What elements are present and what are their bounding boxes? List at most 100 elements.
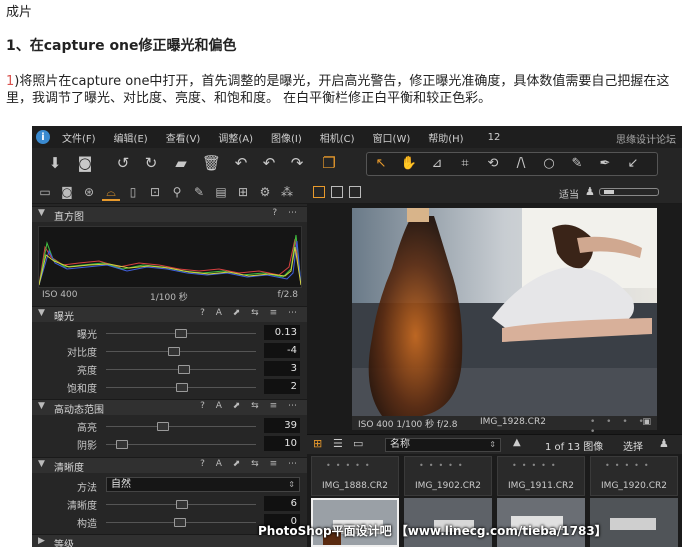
trash-icon[interactable]: 🗑 bbox=[202, 154, 221, 172]
contrast-value[interactable]: -4 bbox=[264, 343, 300, 358]
brightness-slider[interactable] bbox=[106, 365, 256, 374]
annotate-icon[interactable]: ↙ bbox=[623, 155, 643, 173]
tab-metadata-icon[interactable]: ▤ bbox=[212, 183, 230, 201]
menu-adjust[interactable]: 调整(A) bbox=[218, 130, 253, 145]
slider-thumb[interactable] bbox=[177, 365, 190, 374]
brush-icon[interactable]: ✎ bbox=[567, 155, 587, 173]
hdr-header[interactable]: ▼ 高动态范围 ? A ⬈ ⇆ ≡ ⋯ bbox=[32, 399, 307, 416]
brightness-value[interactable]: 3 bbox=[264, 361, 300, 376]
grid-view-icon[interactable] bbox=[313, 186, 325, 198]
highlight-row: 高亮 39 bbox=[32, 417, 307, 435]
saturation-slider[interactable] bbox=[106, 383, 256, 392]
undo-all-icon[interactable]: ↶ bbox=[232, 154, 250, 172]
crop-icon[interactable]: ⌗ bbox=[455, 155, 475, 173]
tab-library-icon[interactable]: ▭ bbox=[36, 183, 54, 201]
rotate-left-icon[interactable]: ↺ bbox=[114, 154, 132, 172]
browser-grid-icon[interactable]: ⊞ bbox=[313, 437, 322, 450]
redo-icon[interactable]: ↷ bbox=[288, 154, 306, 172]
section-tool-icons[interactable]: ? A ⬈ ⇆ ≡ ⋯ bbox=[200, 459, 301, 469]
viewer-area: 适当 ♟ ISO 400 1/100 秒 f/2.8 IMG_1928.CR2 … bbox=[307, 180, 682, 547]
tab-lens-icon[interactable]: ▯ bbox=[124, 183, 142, 201]
zoom-fit-label[interactable]: 适当 bbox=[559, 186, 579, 201]
zoom-slider[interactable] bbox=[599, 188, 659, 196]
main-photo[interactable] bbox=[352, 208, 657, 416]
menu-window[interactable]: 窗口(W) bbox=[373, 130, 411, 145]
browser-list-icon[interactable]: ☰ bbox=[333, 437, 343, 450]
menu-file[interactable]: 文件(F) bbox=[62, 130, 96, 145]
menu-view[interactable]: 查看(V) bbox=[166, 130, 201, 145]
contrast-slider[interactable] bbox=[106, 347, 256, 356]
thumbnail-card[interactable]: ••••• IMG_1888.CR2 bbox=[311, 456, 399, 496]
saturation-value[interactable]: 2 bbox=[264, 379, 300, 394]
spot-removal-icon[interactable]: ○ bbox=[539, 155, 559, 173]
zoom-icon[interactable]: ⊿ bbox=[427, 155, 447, 173]
tab-details-icon[interactable]: ⚲ bbox=[168, 183, 186, 201]
exposure-value[interactable]: 0.13 bbox=[264, 325, 300, 340]
highlight-slider[interactable] bbox=[106, 422, 256, 431]
single-view-icon[interactable] bbox=[331, 186, 343, 198]
select-cursor-icon[interactable]: ↖ bbox=[371, 155, 391, 173]
tab-composition-icon[interactable]: ⊡ bbox=[146, 183, 164, 201]
menu-help[interactable]: 帮助(H) bbox=[428, 130, 463, 145]
select-button[interactable]: 选择 bbox=[623, 438, 643, 453]
slider-thumb[interactable] bbox=[115, 440, 128, 449]
menu-image[interactable]: 图像(I) bbox=[271, 130, 302, 145]
structure-slider[interactable] bbox=[106, 518, 256, 527]
sort-select[interactable]: 名称 ⇕ bbox=[385, 438, 501, 452]
tab-batch-icon[interactable]: ⁂ bbox=[278, 183, 296, 201]
slider-thumb[interactable] bbox=[176, 500, 189, 509]
thumbnail-card[interactable]: ••••• IMG_1920.CR2 bbox=[590, 456, 678, 496]
highlight-value[interactable]: 39 bbox=[264, 418, 300, 433]
move-folder-icon[interactable]: ▰ bbox=[172, 154, 190, 172]
slider-thumb[interactable] bbox=[175, 329, 187, 338]
rotate-right-icon[interactable]: ↻ bbox=[142, 154, 160, 172]
menu-edit[interactable]: 编辑(E) bbox=[114, 130, 148, 145]
tab-exposure-icon[interactable]: ⌓ bbox=[102, 183, 120, 201]
keystone-icon[interactable]: /\ bbox=[511, 155, 531, 173]
user-icon[interactable]: ♟ bbox=[585, 185, 595, 198]
section-tool-icons[interactable]: ? A ⬈ ⇆ ≡ ⋯ bbox=[200, 308, 301, 318]
adj-label: 曝光 bbox=[77, 330, 97, 341]
hand-pan-icon[interactable]: ✋ bbox=[399, 155, 419, 173]
sort-direction-icon[interactable]: ▲ bbox=[513, 437, 521, 448]
shutter-value: 1/100 秒 bbox=[150, 293, 188, 303]
adj-label: 阴影 bbox=[77, 441, 97, 452]
tab-settings-icon[interactable]: ⚙ bbox=[256, 183, 274, 201]
menu-camera[interactable]: 相机(C) bbox=[320, 130, 355, 145]
copy-adjustments-icon[interactable]: ❐ bbox=[320, 154, 338, 172]
color-tag-icon[interactable]: ▣ bbox=[642, 417, 651, 427]
slider-thumb[interactable] bbox=[176, 383, 189, 392]
shadow-slider[interactable] bbox=[106, 440, 256, 449]
tab-capture-icon[interactable]: ◙ bbox=[58, 183, 76, 201]
tab-output-icon[interactable]: ⊞ bbox=[234, 183, 252, 201]
section-help-icons[interactable]: ? ⋯ bbox=[272, 208, 301, 218]
exposure-slider[interactable] bbox=[106, 329, 256, 338]
clarity-slider[interactable] bbox=[106, 500, 256, 509]
slider-thumb[interactable] bbox=[173, 518, 186, 527]
histogram-header[interactable]: ▼ 直方图 ? ⋯ bbox=[32, 206, 307, 223]
undo-icon[interactable]: ↶ bbox=[260, 154, 278, 172]
slider-thumb[interactable] bbox=[157, 422, 170, 431]
shadow-value[interactable]: 10 bbox=[264, 436, 300, 451]
method-select[interactable]: 自然 ⇕ bbox=[106, 477, 300, 492]
exposure-header[interactable]: ▼ 曝光 ? A ⬈ ⇆ ≡ ⋯ bbox=[32, 306, 307, 323]
browser-filmstrip-icon[interactable]: ▭ bbox=[353, 437, 363, 450]
thumbnail-card[interactable]: ••••• IMG_1911.CR2 bbox=[497, 456, 585, 496]
tab-local-icon[interactable]: ✎ bbox=[190, 183, 208, 201]
section-tool-icons[interactable]: ? A ⬈ ⇆ ≡ ⋯ bbox=[200, 401, 301, 411]
clarity-header[interactable]: ▼ 清晰度 ? A ⬈ ⇆ ≡ ⋯ bbox=[32, 457, 307, 474]
compare-view-icon[interactable] bbox=[349, 186, 361, 198]
import-icon[interactable]: ⬇ bbox=[46, 154, 64, 172]
rotate-tool-icon[interactable]: ⟲ bbox=[483, 155, 503, 173]
tab-color-icon[interactable]: ⊛ bbox=[80, 183, 98, 201]
camera-icon[interactable]: ◙ bbox=[76, 154, 94, 172]
thumbnail-filename: IMG_1902.CR2 bbox=[415, 481, 481, 491]
clarity-value[interactable]: 6 bbox=[264, 496, 300, 511]
slider-thumb[interactable] bbox=[168, 347, 181, 356]
method-label: 方法 bbox=[77, 483, 97, 494]
thumbnail-card[interactable]: ••••• IMG_1902.CR2 bbox=[404, 456, 492, 496]
eyedropper-icon[interactable]: ✒ bbox=[595, 155, 615, 173]
iso-value: ISO 400 bbox=[42, 290, 78, 300]
app-logo-icon: i bbox=[36, 130, 50, 144]
user-icon[interactable]: ♟ bbox=[659, 437, 669, 450]
